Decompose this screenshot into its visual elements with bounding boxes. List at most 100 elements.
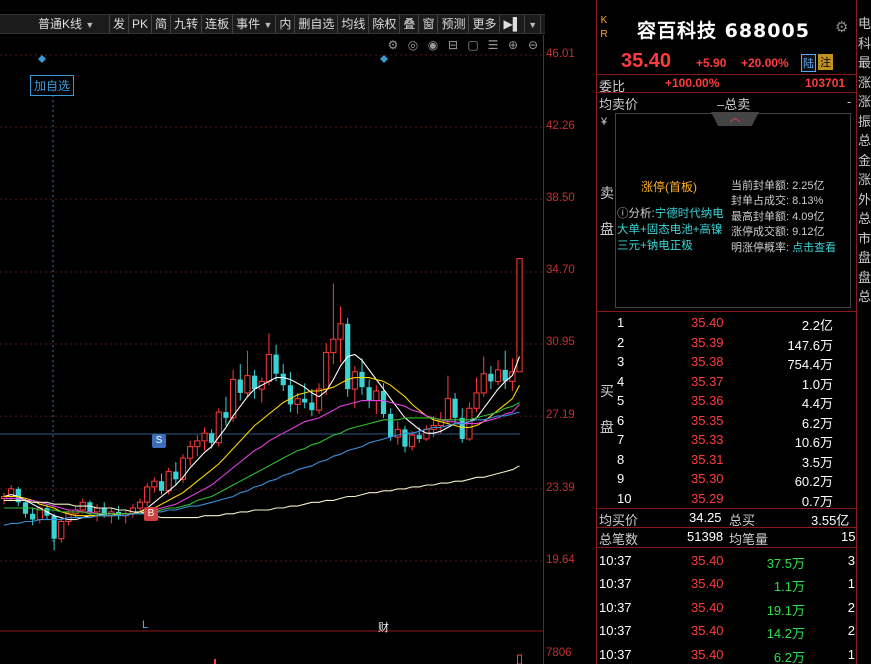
zoom-in-icon[interactable]: ⊕ (505, 38, 521, 52)
analysis-text[interactable]: ⓘ分析:宁德时代纳电大单+固态电池+高镍三元+钠电正极 (617, 206, 729, 254)
tb-ma-button[interactable]: 均线 (338, 15, 370, 33)
tb-forecast-button[interactable]: 预测 (438, 15, 470, 33)
tb-window-button[interactable]: 窗 (419, 15, 439, 33)
timeline-marker-finance[interactable]: 财 (378, 619, 389, 635)
volume-bar (214, 659, 216, 664)
tb-lianban-button[interactable]: 连板 (202, 15, 234, 33)
level-volume: 6.2万 (801, 415, 833, 431)
level-volume: 2.2亿 (801, 318, 833, 333)
timeline-marker-l[interactable]: L (142, 619, 148, 631)
tb-fa-button[interactable]: 发 (110, 15, 130, 33)
level-number: 7 (617, 432, 625, 447)
tb-event-button[interactable]: 事件 ▼ (233, 15, 277, 33)
zoom-out-icon[interactable]: ⊖ (525, 38, 541, 52)
candle-body (151, 480, 158, 488)
buy-level-row[interactable]: 2 35.39 147.6万 (617, 333, 857, 353)
level-price: 35.30 (691, 471, 724, 486)
trade-row[interactable]: 10:37 35.40 6.2万 1 (597, 647, 857, 664)
trade-time: 10:37 (599, 553, 632, 568)
tb-pk-button[interactable]: PK (129, 15, 153, 33)
tb-exright-button[interactable]: 除权 (369, 15, 401, 33)
event-diamond (38, 55, 46, 63)
candle-body (388, 414, 394, 438)
sell-signal-marker[interactable]: S (152, 434, 166, 448)
registration-badge[interactable]: 注 (818, 54, 833, 70)
candle-body (244, 375, 251, 394)
divider (597, 92, 857, 93)
trade-row[interactable]: 10:37 35.40 1.1万 1 (597, 576, 857, 599)
tb-overlay-button[interactable]: 叠 (400, 15, 420, 33)
settings-icon[interactable]: ⚙ (385, 38, 401, 52)
candle-body (252, 375, 258, 390)
candle-body (237, 379, 243, 393)
trade-time: 10:37 (599, 646, 632, 662)
trade-price: 35.40 (691, 553, 724, 568)
eye-icon[interactable]: ◉ (425, 38, 441, 52)
candle-body (337, 323, 344, 340)
buy-level-row[interactable]: 3 35.38 754.4万 (617, 352, 857, 372)
candle-body (144, 486, 151, 503)
buy-level-row[interactable]: 6 35.35 6.2万 (617, 411, 857, 431)
window-icon[interactable]: ▢ (465, 38, 481, 52)
price-tick: 42.26 (546, 120, 575, 132)
trade-row[interactable]: 10:37 35.40 37.5万 3 (597, 553, 857, 576)
stat-label: 涨停成交额: (731, 226, 790, 239)
buy-signal-marker[interactable]: B (144, 507, 158, 521)
basket-icon[interactable]: ⊟ (445, 38, 461, 52)
trade-row[interactable]: 10:37 35.40 19.1万 2 (597, 600, 857, 623)
tb-remove-watch-button[interactable]: 删自选 (295, 15, 339, 33)
candle-body (294, 398, 301, 405)
chart-icon-row: ⚙ ◎ ◉ ⊟ ▢ ☰ ⊕ ⊖ (385, 38, 541, 52)
candle-body (93, 507, 101, 513)
price-tick: 34.70 (546, 264, 575, 276)
chevron-up-icon[interactable]: ︿ (711, 112, 759, 126)
level-volume: 3.5万 (801, 454, 833, 470)
buy-side-label: 买 (600, 383, 614, 399)
candle-body (494, 369, 502, 382)
chevron-down-icon[interactable]: ▼ (525, 15, 542, 33)
list-icon[interactable]: ☰ (485, 38, 501, 52)
level-number: 3 (617, 354, 625, 369)
weicha-value: 103701 (805, 76, 846, 90)
target-icon[interactable]: ◎ (405, 38, 421, 52)
candle-body (366, 387, 372, 401)
avg-trades-label: 均笔量 (729, 532, 769, 547)
gear-icon[interactable]: ⚙ (835, 18, 848, 36)
buy-level-row[interactable]: 10 35.29 0.7万 (617, 489, 857, 509)
trade-price: 35.40 (691, 646, 724, 662)
add-watchlist-button[interactable]: 加自选 (30, 75, 75, 96)
candle-body (209, 433, 215, 443)
trade-volume: 14.2万 (766, 626, 805, 642)
buy-level-row[interactable]: 4 35.37 1.0万 (617, 372, 857, 392)
candle-body (444, 398, 452, 421)
price-axis: 46.01 42.26 38.50 34.70 30.95 27.19 23.3… (543, 35, 595, 664)
tb-jiuzhuan-button[interactable]: 九转 (171, 15, 203, 33)
level-number: 5 (617, 393, 625, 408)
buy-level-row[interactable]: 8 35.31 3.5万 (617, 450, 857, 470)
kline-type-select[interactable]: 普通K线 ▼ (0, 15, 110, 33)
probability-link[interactable]: 点击查看 (792, 242, 836, 254)
tb-nei-button[interactable]: 内 (276, 15, 296, 33)
price-tick: 46.01 (546, 48, 575, 60)
divider (597, 508, 857, 509)
tb-jian-button[interactable]: 简 (152, 15, 172, 33)
trade-time: 10:37 (599, 599, 632, 615)
buy-level-row[interactable]: 9 35.30 60.2万 (617, 469, 857, 489)
level-volume: 754.4万 (787, 357, 833, 372)
buy-level-row[interactable]: 7 35.33 10.6万 (617, 430, 857, 450)
trade-row[interactable]: 10:37 35.40 14.2万 2 (597, 623, 857, 646)
buy-level-row[interactable]: 1 35.40 2.2亿 (617, 313, 857, 333)
divider (597, 311, 857, 312)
total-sell-label: –总卖 (717, 97, 751, 112)
tb-more-button[interactable]: 更多 (469, 15, 501, 33)
export-icon[interactable]: ▶▌ (500, 15, 526, 33)
kline-chart[interactable] (0, 35, 543, 664)
stat-label: 明涨停概率: (731, 241, 790, 254)
candle-body (287, 385, 293, 405)
buy-side-label: 盘 (600, 419, 614, 435)
connect-badge[interactable]: 陆 (801, 54, 816, 72)
volume-bar (517, 654, 523, 664)
buy-level-row[interactable]: 5 35.36 4.4万 (617, 391, 857, 411)
level-price: 35.31 (691, 451, 724, 467)
quote-panel: K R 容百科技 688005 ⚙ 35.40 +5.90 +20.00% 陆 … (596, 0, 857, 664)
